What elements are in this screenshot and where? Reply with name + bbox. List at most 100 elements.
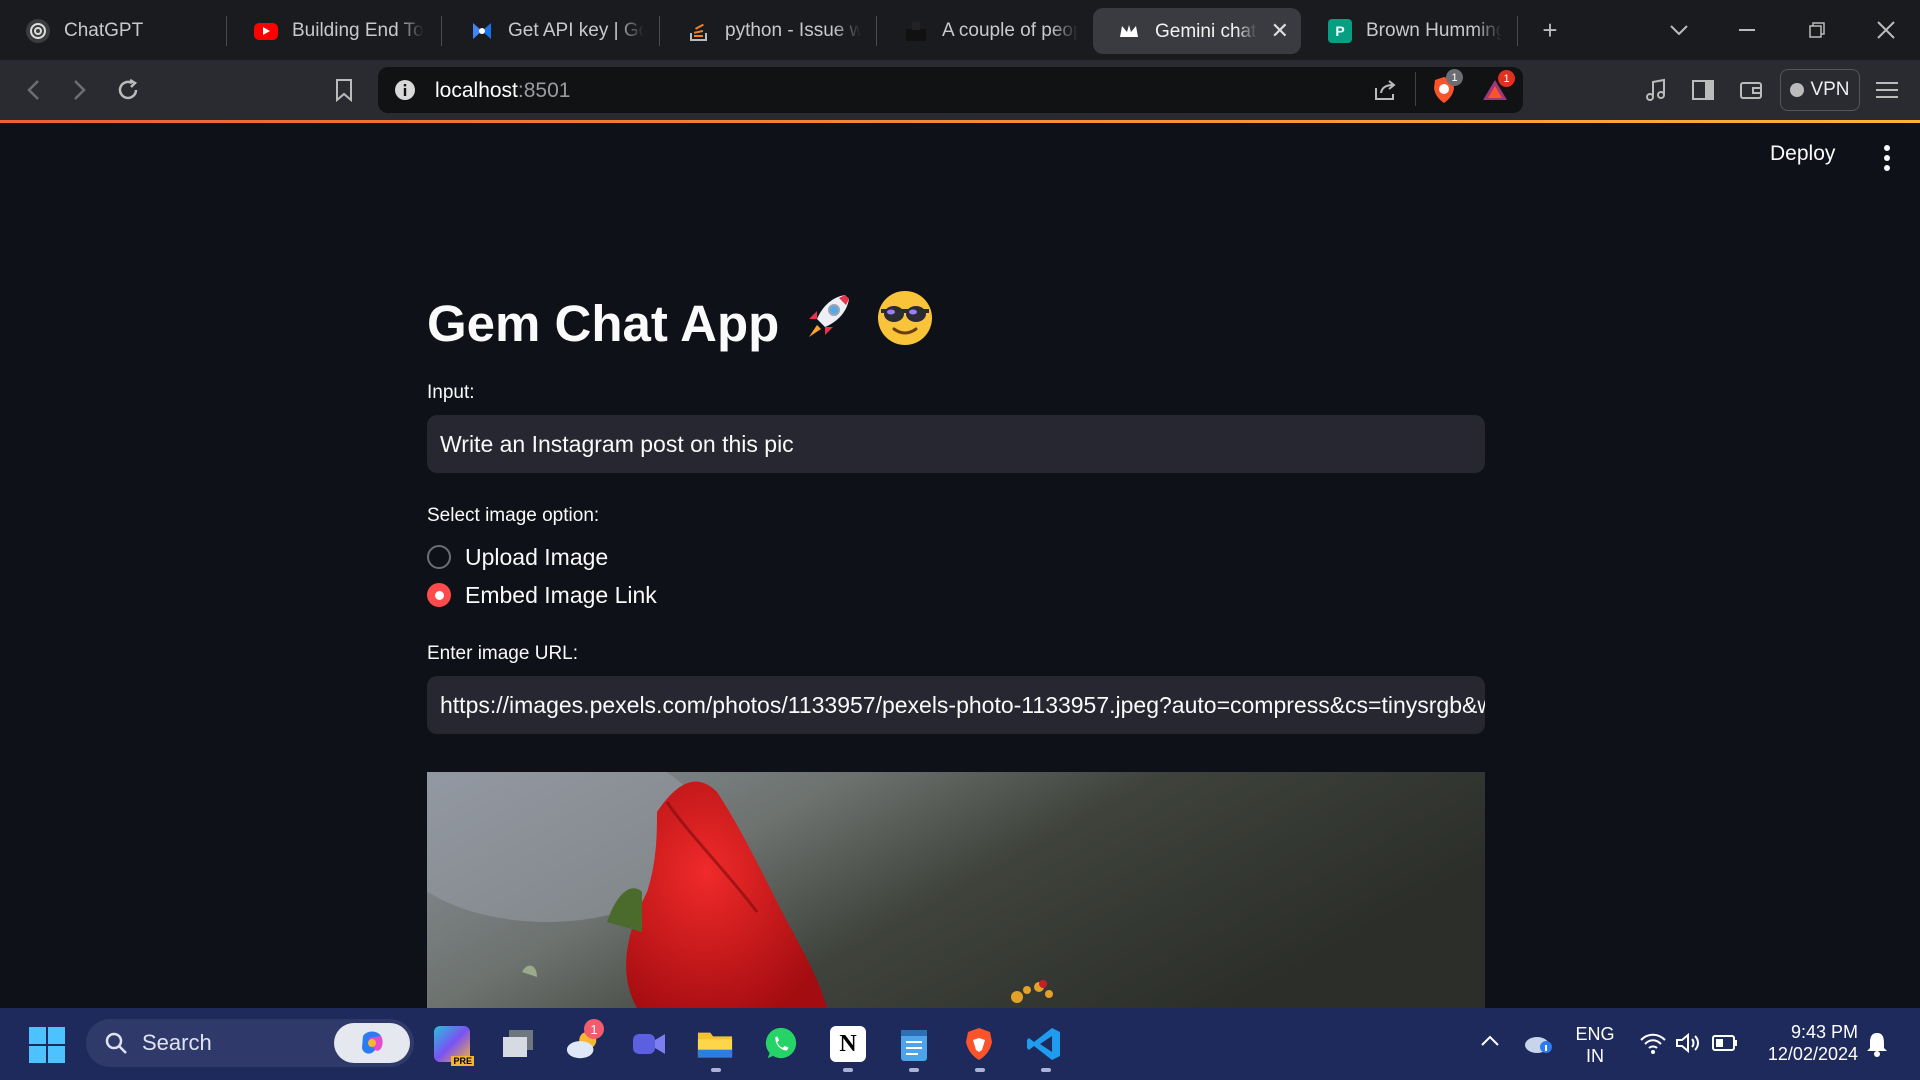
tab-strip: ChatGPT Building End To En Get API key |…: [0, 0, 1920, 60]
urlbar-divider: [1415, 72, 1416, 106]
running-indicator: [1041, 1068, 1051, 1072]
prompt-input[interactable]: Write an Instagram post on this pic: [427, 415, 1485, 473]
vscode-icon[interactable]: [1026, 1026, 1062, 1062]
running-indicator: [975, 1068, 985, 1072]
deploy-button[interactable]: Deploy: [1770, 142, 1835, 166]
embedded-image: [427, 772, 1485, 1008]
windows-taskbar: Search PRE 1 N ENG IN 9:43 PM 12/02/2024: [0, 1008, 1920, 1080]
brave-browser-icon[interactable]: [961, 1026, 997, 1062]
page-title: Gem Chat App: [427, 280, 1485, 366]
notification-bell-icon[interactable]: [1866, 1031, 1888, 1062]
copilot-preview-icon[interactable]: PRE: [434, 1026, 474, 1066]
meet-camera-icon[interactable]: [631, 1026, 667, 1062]
tab-label: A couple of people: [942, 20, 1078, 41]
main-menu-icon[interactable]: [1876, 144, 1898, 172]
forward-icon[interactable]: [60, 70, 100, 110]
radio-button-selected[interactable]: [427, 583, 451, 607]
chatgpt-icon: [26, 19, 50, 43]
shields-count-badge: 1: [1446, 69, 1463, 86]
onedrive-icon[interactable]: [1524, 1032, 1554, 1059]
image-option-radio-group: Upload Image Embed Image Link: [427, 538, 1485, 614]
tab-separator: [441, 16, 442, 46]
url-input-label: Enter image URL:: [427, 643, 579, 664]
menu-hamburger-icon[interactable]: [1867, 70, 1907, 110]
pexels-p-icon: P: [1328, 19, 1352, 43]
tab-label: python - Issue wit: [725, 20, 861, 41]
tab-search-chevron-icon[interactable]: [1659, 12, 1699, 48]
weather-badge: 1: [584, 1019, 604, 1039]
tab-label: Brown Hummingb: [1366, 20, 1502, 41]
site-info-icon[interactable]: [393, 78, 417, 107]
clock-time: 9:43 PM: [1790, 1022, 1858, 1042]
url-port: :8501: [517, 79, 571, 102]
region-code: IN: [1586, 1046, 1604, 1066]
tab-chatgpt[interactable]: ChatGPT: [2, 8, 220, 54]
tab-stackoverflow[interactable]: python - Issue wit: [663, 8, 873, 54]
notion-icon[interactable]: N: [830, 1026, 866, 1062]
tab-separator: [1517, 16, 1518, 46]
tab-label: ChatGPT: [64, 20, 144, 41]
streamlit-crown-icon: [1117, 19, 1141, 43]
search-icon: [105, 1032, 127, 1054]
share-icon[interactable]: [1373, 78, 1397, 107]
image-url-input[interactable]: https://images.pexels.com/photos/1133957…: [427, 676, 1485, 734]
wallet-icon[interactable]: [1731, 70, 1771, 110]
windows-start-icon[interactable]: [29, 1027, 65, 1068]
tab-hummingbird[interactable]: P Brown Hummingb: [1304, 8, 1514, 54]
close-window-icon[interactable]: [1866, 12, 1906, 48]
bookmark-icon[interactable]: [324, 70, 364, 110]
clock-date: 12/02/2024: [1767, 1044, 1858, 1064]
minimize-icon[interactable]: [1727, 12, 1767, 48]
radio-option-upload[interactable]: Upload Image: [427, 538, 1485, 576]
clock[interactable]: 9:43 PM 12/02/2024: [1758, 1021, 1858, 1065]
new-tab-icon[interactable]: +: [1530, 12, 1570, 48]
tab-pexels-couple[interactable]: A couple of people: [880, 8, 1090, 54]
tab-label: Gemini chat🔥: [1155, 21, 1257, 42]
url-host: localhost: [435, 79, 518, 102]
media-music-icon[interactable]: [1636, 70, 1676, 110]
taskbar-search[interactable]: Search: [86, 1019, 414, 1067]
app-main: Gem Chat App Input: Write an Instagram p…: [427, 280, 1485, 734]
pexels-icon: [904, 19, 928, 43]
vpn-label: VPN: [1810, 79, 1850, 100]
task-view-icon[interactable]: [500, 1026, 536, 1062]
tab-get-api-key[interactable]: Get API key | Goog: [446, 8, 656, 54]
copilot-icon[interactable]: [334, 1023, 410, 1063]
restore-icon[interactable]: [1797, 12, 1837, 48]
url-text[interactable]: localhost:8501: [435, 79, 570, 103]
back-icon[interactable]: [13, 70, 53, 110]
show-hidden-icons-chevron-icon[interactable]: [1481, 1034, 1499, 1052]
close-tab-icon[interactable]: ✕: [1271, 18, 1289, 44]
youtube-icon: [254, 22, 278, 40]
sunglasses-face-icon: [875, 287, 935, 359]
ai-studio-icon: [470, 19, 494, 43]
notepad-icon[interactable]: [896, 1026, 932, 1062]
radio-option-label: Embed Image Link: [465, 581, 657, 608]
language-indicator[interactable]: ENG IN: [1574, 1023, 1616, 1067]
radio-group-label: Select image option:: [427, 505, 600, 526]
file-explorer-icon[interactable]: [697, 1026, 733, 1062]
tab-youtube[interactable]: Building End To En: [230, 8, 436, 54]
tab-separator: [226, 16, 227, 46]
address-bar[interactable]: localhost:8501 1 1: [378, 67, 1523, 113]
radio-option-embed-link[interactable]: Embed Image Link: [427, 576, 1485, 614]
whatsapp-icon[interactable]: [763, 1026, 799, 1062]
tab-separator: [876, 16, 877, 46]
tab-label: Building End To En: [292, 20, 424, 41]
vpn-button[interactable]: VPN: [1780, 69, 1860, 111]
input-label: Input:: [427, 382, 475, 403]
page-accent-bar: [0, 120, 1920, 123]
volume-icon[interactable]: [1675, 1032, 1701, 1059]
reload-icon[interactable]: [108, 70, 148, 110]
battery-icon[interactable]: [1712, 1034, 1738, 1057]
running-indicator: [711, 1068, 721, 1072]
wifi-icon[interactable]: [1640, 1032, 1666, 1059]
running-indicator: [843, 1068, 853, 1072]
radio-button-unselected[interactable]: [427, 545, 451, 569]
language-code: ENG: [1575, 1024, 1615, 1044]
rocket-icon: [799, 289, 855, 357]
search-label: Search: [142, 1030, 212, 1055]
tab-gemini-chat[interactable]: Gemini chat🔥 ✕: [1093, 8, 1301, 54]
running-indicator: [909, 1068, 919, 1072]
sidebar-toggle-icon[interactable]: [1683, 70, 1723, 110]
